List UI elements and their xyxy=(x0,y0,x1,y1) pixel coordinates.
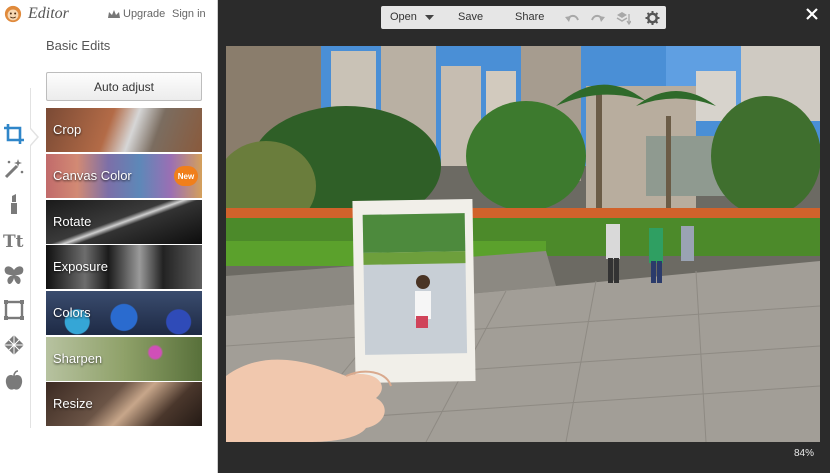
crop-icon xyxy=(4,124,24,144)
settings-button[interactable] xyxy=(644,10,660,25)
photo-canvas[interactable] xyxy=(226,46,820,442)
upgrade-link[interactable]: Upgrade xyxy=(108,8,165,20)
edit-item-rotate[interactable]: Rotate xyxy=(46,200,202,244)
save-button[interactable]: Save xyxy=(458,11,483,23)
lipstick-icon xyxy=(11,194,17,214)
apple-icon xyxy=(5,370,23,390)
edit-item-resize[interactable]: Resize xyxy=(46,382,202,426)
undo-icon xyxy=(564,14,579,22)
undo-button[interactable] xyxy=(564,10,580,25)
magic-wand-icon xyxy=(4,159,24,179)
texture-icon xyxy=(4,335,24,355)
edit-panel: Editor Upgrade Sign in Tt Basic Edits Au… xyxy=(0,0,218,473)
open-button[interactable]: Open xyxy=(390,11,417,23)
effects-tool[interactable] xyxy=(2,157,26,181)
edit-item-label: Crop xyxy=(53,122,82,137)
edit-item-label: Colors xyxy=(53,305,91,320)
touch-up-tool[interactable] xyxy=(2,192,26,216)
frames-tool[interactable] xyxy=(2,298,26,322)
butterfly-icon xyxy=(4,266,24,285)
crown-icon xyxy=(108,9,120,18)
active-tool-pointer xyxy=(30,128,39,146)
sign-in-link[interactable]: Sign in xyxy=(172,8,206,20)
textures-tool[interactable] xyxy=(2,333,26,357)
zoom-level: 84% xyxy=(794,448,815,459)
edit-item-crop[interactable]: Crop xyxy=(46,108,202,152)
gear-icon xyxy=(645,10,659,25)
monkey-logo-icon[interactable] xyxy=(4,5,22,23)
layers-history-icon xyxy=(616,11,631,25)
edit-item-label: Exposure xyxy=(53,259,108,274)
edit-item-canvas-color[interactable]: Canvas Color New xyxy=(46,154,202,198)
redo-button[interactable] xyxy=(589,10,605,25)
auto-adjust-button[interactable]: Auto adjust xyxy=(46,72,202,101)
edit-item-colors[interactable]: Colors xyxy=(46,291,202,335)
edit-item-label: Resize xyxy=(53,396,93,411)
edit-item-label: Sharpen xyxy=(53,351,103,366)
frame-icon xyxy=(4,300,24,320)
edit-item-sharpen[interactable]: Sharpen xyxy=(46,337,202,381)
photo-image xyxy=(226,46,820,442)
top-bar: Editor Upgrade Sign in xyxy=(0,0,218,28)
chevron-down-icon[interactable] xyxy=(425,15,434,21)
edit-item-label: Rotate xyxy=(53,214,92,229)
svg-text:Tt: Tt xyxy=(3,232,24,251)
crop-tool[interactable] xyxy=(2,122,26,146)
edit-item-exposure[interactable]: Exposure xyxy=(46,245,202,289)
themes-tool[interactable] xyxy=(2,369,26,393)
text-icon: Tt xyxy=(3,232,24,251)
new-badge: New xyxy=(174,166,198,186)
editor-toolbar: Open Save Share xyxy=(381,6,666,29)
overlays-tool[interactable] xyxy=(2,263,26,287)
edit-item-label: Canvas Color xyxy=(53,168,132,183)
redo-icon xyxy=(590,14,605,22)
history-button[interactable] xyxy=(615,10,631,25)
section-title: Basic Edits xyxy=(46,38,111,53)
app-brand: Editor xyxy=(28,5,69,22)
share-button[interactable]: Share xyxy=(515,11,544,23)
upgrade-label: Upgrade xyxy=(123,8,166,20)
close-icon[interactable] xyxy=(805,7,819,21)
text-tool[interactable]: Tt xyxy=(2,228,26,252)
